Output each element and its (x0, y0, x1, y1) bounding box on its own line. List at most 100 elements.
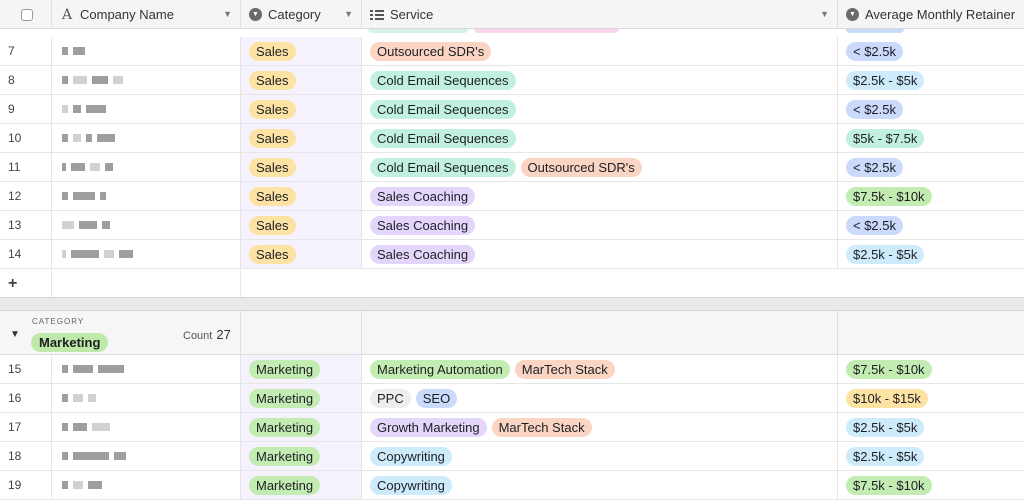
service-cell[interactable]: Sales Coaching (362, 182, 838, 210)
header-checkbox-cell (0, 0, 52, 29)
table-row[interactable]: 14 Sales Sales Coaching $2.5k - $5k (0, 240, 1024, 269)
company-name-cell[interactable] (52, 124, 241, 152)
service-cell[interactable]: PPC SEO (362, 384, 838, 412)
retainer-cell[interactable]: < $2.5k (838, 211, 1024, 239)
retainer-cell[interactable]: $7.5k - $10k (838, 471, 1024, 499)
table-row[interactable]: 8 Sales Cold Email Sequences $2.5k - $5k (0, 66, 1024, 95)
table-row[interactable]: 9 Sales Cold Email Sequences < $2.5k (0, 95, 1024, 124)
row-number-cell[interactable]: 15 (0, 355, 52, 383)
column-header-retainer[interactable]: ▼ Average Monthly Retainer (838, 0, 1024, 29)
retainer-cell[interactable]: < $2.5k (838, 95, 1024, 123)
retainer-cell[interactable]: < $2.5k (838, 153, 1024, 181)
retainer-pill: $2.5k - $5k (846, 446, 925, 466)
table-row[interactable]: 17 Marketing Growth Marketing MarTech Sta… (0, 413, 1024, 442)
add-record-row[interactable]: + (0, 270, 1024, 298)
category-cell[interactable]: Marketing (241, 384, 362, 412)
row-number-cell[interactable]: 7 (0, 37, 52, 65)
category-cell[interactable]: Sales (241, 240, 362, 268)
company-name-cell[interactable] (52, 413, 241, 441)
row-number-cell[interactable]: 17 (0, 413, 52, 441)
row-number-cell[interactable]: 16 (0, 384, 52, 412)
category-cell[interactable]: Marketing (241, 442, 362, 470)
retainer-cell[interactable]: $5k - $7.5k (838, 124, 1024, 152)
row-number-cell[interactable]: 8 (0, 66, 52, 94)
table-row[interactable]: 10 Sales Cold Email Sequences $5k - $7.5… (0, 124, 1024, 153)
company-name-cell[interactable] (52, 240, 241, 268)
category-cell[interactable]: Sales (241, 153, 362, 181)
column-header-category[interactable]: ▼ Category ▼ (241, 0, 362, 29)
category-pill: Sales (249, 99, 296, 119)
category-cell[interactable]: Marketing (241, 355, 362, 383)
service-cell[interactable]: Outsourced SDR's (362, 37, 838, 65)
category-cell[interactable]: Sales (241, 182, 362, 210)
company-name-cell[interactable] (52, 442, 241, 470)
table-row[interactable]: 15 Marketing Marketing Automation MarTech… (0, 355, 1024, 384)
service-cell[interactable]: Growth Marketing MarTech Stack (362, 413, 838, 441)
redacted-text (73, 365, 93, 373)
category-cell[interactable]: Marketing (241, 413, 362, 441)
service-cell[interactable]: Sales Coaching (362, 211, 838, 239)
service-cell[interactable]: Cold Email Sequences Outsourced SDR's (362, 153, 838, 181)
category-cell[interactable]: Sales (241, 211, 362, 239)
redacted-text (92, 423, 110, 431)
row-number-cell[interactable]: 18 (0, 442, 52, 470)
table-row[interactable]: 16 Marketing PPC SEO $10k - $15k (0, 384, 1024, 413)
row-number-cell[interactable]: 14 (0, 240, 52, 268)
category-pill: Sales (249, 186, 296, 206)
service-cell[interactable]: Sales Coaching (362, 240, 838, 268)
service-cell[interactable]: Copywriting (362, 471, 838, 499)
category-cell[interactable]: Sales (241, 66, 362, 94)
category-cell[interactable]: Sales (241, 124, 362, 152)
table-row[interactable]: 19 Marketing Copywriting $7.5k - $10k (0, 471, 1024, 500)
service-cell[interactable]: Marketing Automation MarTech Stack (362, 355, 838, 383)
select-all-checkbox[interactable] (20, 8, 33, 21)
add-record-cell[interactable]: + (0, 270, 52, 298)
table-row[interactable]: 11 Sales Cold Email Sequences Outsourced … (0, 153, 1024, 182)
row-number-cell[interactable]: 19 (0, 471, 52, 499)
service-cell[interactable]: Cold Email Sequences (362, 124, 838, 152)
company-name-cell[interactable] (52, 37, 241, 65)
company-name-cell[interactable] (52, 95, 241, 123)
retainer-cell[interactable]: $2.5k - $5k (838, 240, 1024, 268)
service-cell[interactable]: Cold Email Sequences (362, 95, 838, 123)
retainer-cell[interactable]: $7.5k - $10k (838, 182, 1024, 210)
company-name-cell[interactable] (52, 66, 241, 94)
category-cell[interactable]: Sales (241, 95, 362, 123)
company-name-cell[interactable] (52, 182, 241, 210)
table-row[interactable]: 12 Sales Sales Coaching $7.5k - $10k (0, 182, 1024, 211)
table-row[interactable]: 13 Sales Sales Coaching < $2.5k (0, 211, 1024, 240)
service-cell[interactable]: Cold Email Sequences (362, 66, 838, 94)
row-number-cell[interactable]: 10 (0, 124, 52, 152)
retainer-cell[interactable]: $2.5k - $5k (838, 66, 1024, 94)
chevron-down-icon[interactable]: ▼ (820, 9, 829, 19)
column-header-service[interactable]: Service ▼ (362, 0, 838, 29)
category-pill: Sales (249, 215, 296, 235)
row-number-cell[interactable]: 11 (0, 153, 52, 181)
retainer-cell[interactable]: < $2.5k (838, 37, 1024, 65)
retainer-cell[interactable]: $10k - $15k (838, 384, 1024, 412)
company-name-cell[interactable] (52, 471, 241, 499)
text-field-icon: A (61, 6, 73, 23)
row-number: 17 (8, 420, 22, 434)
table-row[interactable]: 7 Sales Outsourced SDR's < $2.5k (0, 37, 1024, 66)
plus-icon[interactable]: + (8, 275, 17, 293)
company-name-cell[interactable] (52, 153, 241, 181)
company-name-cell[interactable] (52, 211, 241, 239)
column-header-company-name[interactable]: A Company Name ▼ (52, 0, 241, 29)
chevron-down-icon[interactable]: ▼ (223, 9, 232, 19)
retainer-cell[interactable]: $7.5k - $10k (838, 355, 1024, 383)
service-pill: Cold Email Sequences (370, 70, 516, 90)
row-number-cell[interactable]: 13 (0, 211, 52, 239)
company-name-cell[interactable] (52, 384, 241, 412)
service-cell[interactable]: Copywriting (362, 442, 838, 470)
row-number-cell[interactable]: 12 (0, 182, 52, 210)
company-name-cell[interactable] (52, 355, 241, 383)
chevron-down-icon[interactable]: ▼ (344, 9, 353, 19)
category-cell[interactable]: Sales (241, 37, 362, 65)
table-row[interactable]: 18 Marketing Copywriting $2.5k - $5k (0, 442, 1024, 471)
retainer-cell[interactable]: $2.5k - $5k (838, 442, 1024, 470)
retainer-cell[interactable]: $2.5k - $5k (838, 413, 1024, 441)
group-header-marketing[interactable]: ▼ CATEGORY Marketing Count 27 (0, 311, 1024, 355)
category-cell[interactable]: Marketing (241, 471, 362, 499)
row-number-cell[interactable]: 9 (0, 95, 52, 123)
